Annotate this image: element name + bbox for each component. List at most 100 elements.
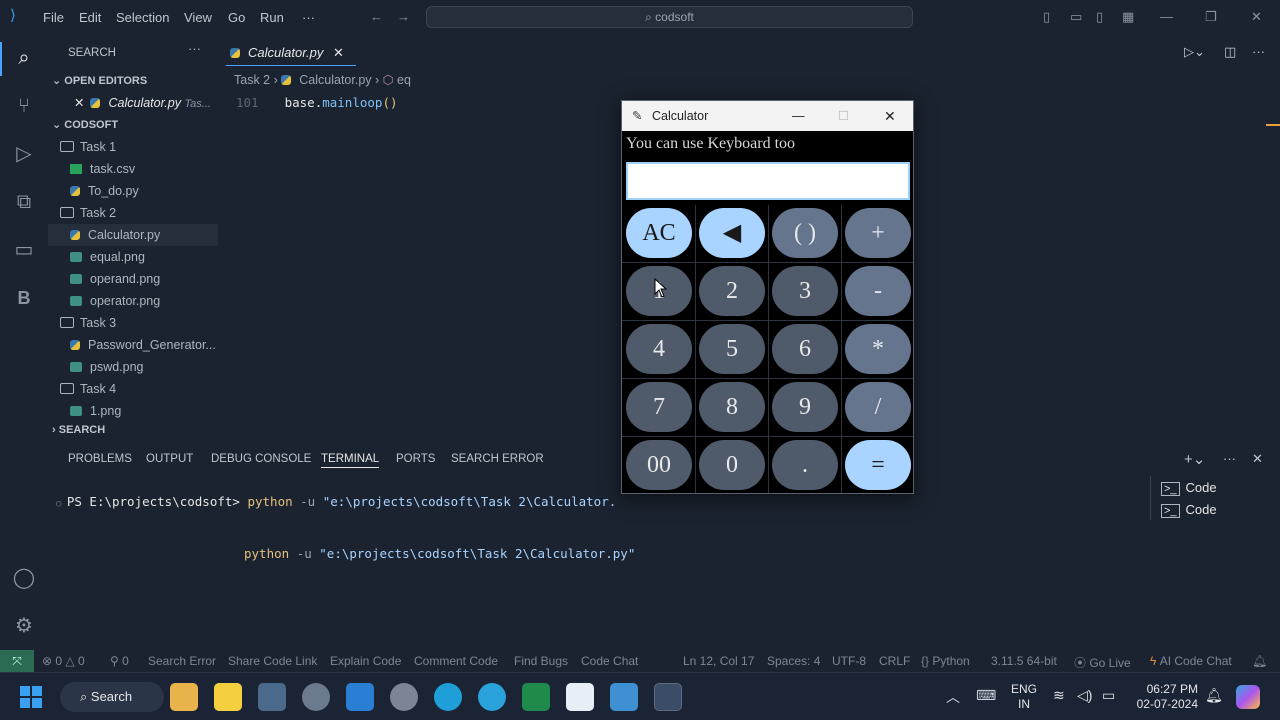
- cursor-position[interactable]: Ln 12, Col 17: [683, 654, 754, 668]
- tree-folder[interactable]: Task 4: [60, 378, 230, 400]
- share-code-link-button[interactable]: Share Code Link: [228, 654, 317, 668]
- wifi-icon[interactable]: ≋: [1053, 687, 1065, 704]
- calculator-title-bar[interactable]: ✎ Calculator — ☐ ✕: [622, 101, 913, 131]
- command-center-search[interactable]: ⌕ codsoft: [426, 6, 913, 28]
- settings-taskbar-icon[interactable]: [390, 683, 418, 711]
- run-debug-icon[interactable]: ▷: [10, 140, 38, 168]
- close-tab-icon[interactable]: ✕: [333, 45, 344, 60]
- source-control-icon[interactable]: ⑂: [10, 92, 38, 120]
- key-2[interactable]: 2: [699, 266, 765, 316]
- explain-code-button[interactable]: Explain Code: [330, 654, 401, 668]
- extensions-icon[interactable]: ⧉: [10, 188, 38, 216]
- close-icon[interactable]: ✕: [884, 101, 896, 131]
- terminal-list-item[interactable]: >_ Code: [1161, 480, 1217, 496]
- minimize-icon[interactable]: —: [792, 101, 805, 131]
- key-minus[interactable]: -: [845, 266, 911, 316]
- code-chat-button[interactable]: Code Chat: [581, 654, 638, 668]
- key-multiply[interactable]: *: [845, 324, 911, 374]
- key-7[interactable]: 7: [626, 382, 692, 432]
- search-icon[interactable]: ⌕: [10, 44, 38, 72]
- key-plus[interactable]: +: [845, 208, 911, 258]
- key-4[interactable]: 4: [626, 324, 692, 374]
- key-divide[interactable]: /: [845, 382, 911, 432]
- menu-edit[interactable]: Edit: [79, 10, 101, 25]
- forward-arrow-icon[interactable]: →: [397, 9, 410, 24]
- tab-debug-console[interactable]: DEBUG CONSOLE: [211, 453, 311, 465]
- notification-bell-icon[interactable]: 🔔︎: [1205, 687, 1223, 704]
- close-panel-icon[interactable]: ✕: [1252, 451, 1263, 467]
- camera-icon[interactable]: [302, 683, 330, 711]
- copilot-icon[interactable]: [1236, 685, 1260, 709]
- key-9[interactable]: 9: [772, 382, 838, 432]
- ai-code-chat-button[interactable]: ϟ AI Code Chat: [1150, 654, 1232, 668]
- key-equals[interactable]: =: [845, 440, 911, 490]
- terminal-app-icon[interactable]: [258, 683, 286, 711]
- clock[interactable]: 06:27 PM 02-07-2024: [1130, 682, 1198, 712]
- key-3[interactable]: 3: [772, 266, 838, 316]
- comment-code-button[interactable]: Comment Code: [414, 654, 498, 668]
- menu-go[interactable]: Go: [228, 10, 245, 25]
- project-header[interactable]: ⌄ CODSOFT: [52, 114, 222, 136]
- tree-folder[interactable]: Task 3: [60, 312, 230, 334]
- toggle-panel-icon[interactable]: ▭: [1070, 9, 1082, 25]
- tab-search-error[interactable]: SEARCH ERROR: [451, 453, 544, 465]
- mail-icon[interactable]: [610, 683, 638, 711]
- tree-file[interactable]: pswd.png: [70, 356, 240, 378]
- toggle-secondary-sidebar-icon[interactable]: ▯: [1096, 9, 1103, 25]
- key-0[interactable]: 0: [699, 440, 765, 490]
- account-icon[interactable]: ◯: [10, 564, 38, 592]
- key-5[interactable]: 5: [699, 324, 765, 374]
- file-explorer-icon[interactable]: [170, 683, 198, 711]
- settings-gear-icon[interactable]: ⚙: [10, 612, 38, 640]
- key-backspace[interactable]: ◀: [699, 208, 765, 258]
- breadcrumb-folder[interactable]: Task 2: [234, 73, 270, 87]
- menu-view[interactable]: View: [184, 10, 212, 25]
- key-8[interactable]: 8: [699, 382, 765, 432]
- battery-icon[interactable]: ▭: [1102, 687, 1115, 704]
- search-error-button[interactable]: Search Error: [148, 654, 216, 668]
- ports-status[interactable]: ⚲ 0: [110, 654, 129, 668]
- editor-more-icon[interactable]: ···: [1252, 44, 1265, 59]
- problems-status[interactable]: ⊗ 0 △ 0: [42, 654, 85, 668]
- taskbar-search-box[interactable]: ⌕ Search: [60, 682, 164, 712]
- split-editor-icon[interactable]: ◫: [1224, 44, 1236, 60]
- language-mode[interactable]: {} Python: [921, 654, 970, 668]
- run-file-icon[interactable]: ▷⌄: [1184, 44, 1205, 60]
- sticky-notes-icon[interactable]: [214, 683, 242, 711]
- telegram-icon[interactable]: [478, 683, 506, 711]
- tree-file[interactable]: Password_Generator...: [70, 334, 240, 356]
- tree-file[interactable]: operand.png: [70, 268, 240, 290]
- menu-file[interactable]: File: [43, 10, 64, 25]
- tree-folder[interactable]: Task 2: [60, 202, 230, 224]
- indentation[interactable]: Spaces: 4: [767, 654, 820, 668]
- tree-file[interactable]: Calculator.py: [48, 224, 218, 246]
- panel-more-icon[interactable]: ···: [1223, 451, 1236, 466]
- restore-window-icon[interactable]: ❐: [1205, 9, 1217, 25]
- new-terminal-icon[interactable]: +⌄: [1184, 450, 1205, 468]
- breadcrumb-symbol[interactable]: eq: [397, 73, 411, 87]
- keyboard-icon[interactable]: ⌨: [976, 687, 996, 704]
- key-clear[interactable]: AC: [626, 208, 692, 258]
- tree-file[interactable]: equal.png: [70, 246, 240, 268]
- find-bugs-button[interactable]: Find Bugs: [514, 654, 568, 668]
- edge-browser-icon[interactable]: [434, 683, 462, 711]
- tree-folder[interactable]: Task 1: [60, 136, 230, 158]
- maximize-icon[interactable]: ☐: [838, 101, 849, 131]
- vscode-taskbar-icon[interactable]: [346, 683, 374, 711]
- terminal-line-2[interactable]: python -u "e:\projects\codsoft\Task 2\Ca…: [244, 546, 635, 561]
- close-icon[interactable]: ✕: [74, 96, 84, 110]
- back-arrow-icon[interactable]: ←: [370, 9, 383, 24]
- go-live-button[interactable]: ⦿ Go Live: [1074, 654, 1131, 671]
- search-section-header[interactable]: › SEARCH: [52, 419, 222, 441]
- menu-more[interactable]: ···: [302, 10, 315, 25]
- notifications-bell-icon[interactable]: 🔔︎: [1252, 654, 1267, 668]
- key-decimal[interactable]: .: [772, 440, 838, 490]
- menu-run[interactable]: Run: [260, 10, 284, 25]
- editor-tab-calculator[interactable]: Calculator.py ✕: [226, 40, 356, 66]
- tab-terminal[interactable]: TERMINAL: [321, 453, 380, 468]
- key-parentheses[interactable]: ( ): [772, 208, 838, 258]
- key-double-zero[interactable]: 00: [626, 440, 692, 490]
- breadcrumb-file[interactable]: Calculator.py: [299, 73, 371, 87]
- tab-problems[interactable]: PROBLEMS: [68, 453, 132, 465]
- key-6[interactable]: 6: [772, 324, 838, 374]
